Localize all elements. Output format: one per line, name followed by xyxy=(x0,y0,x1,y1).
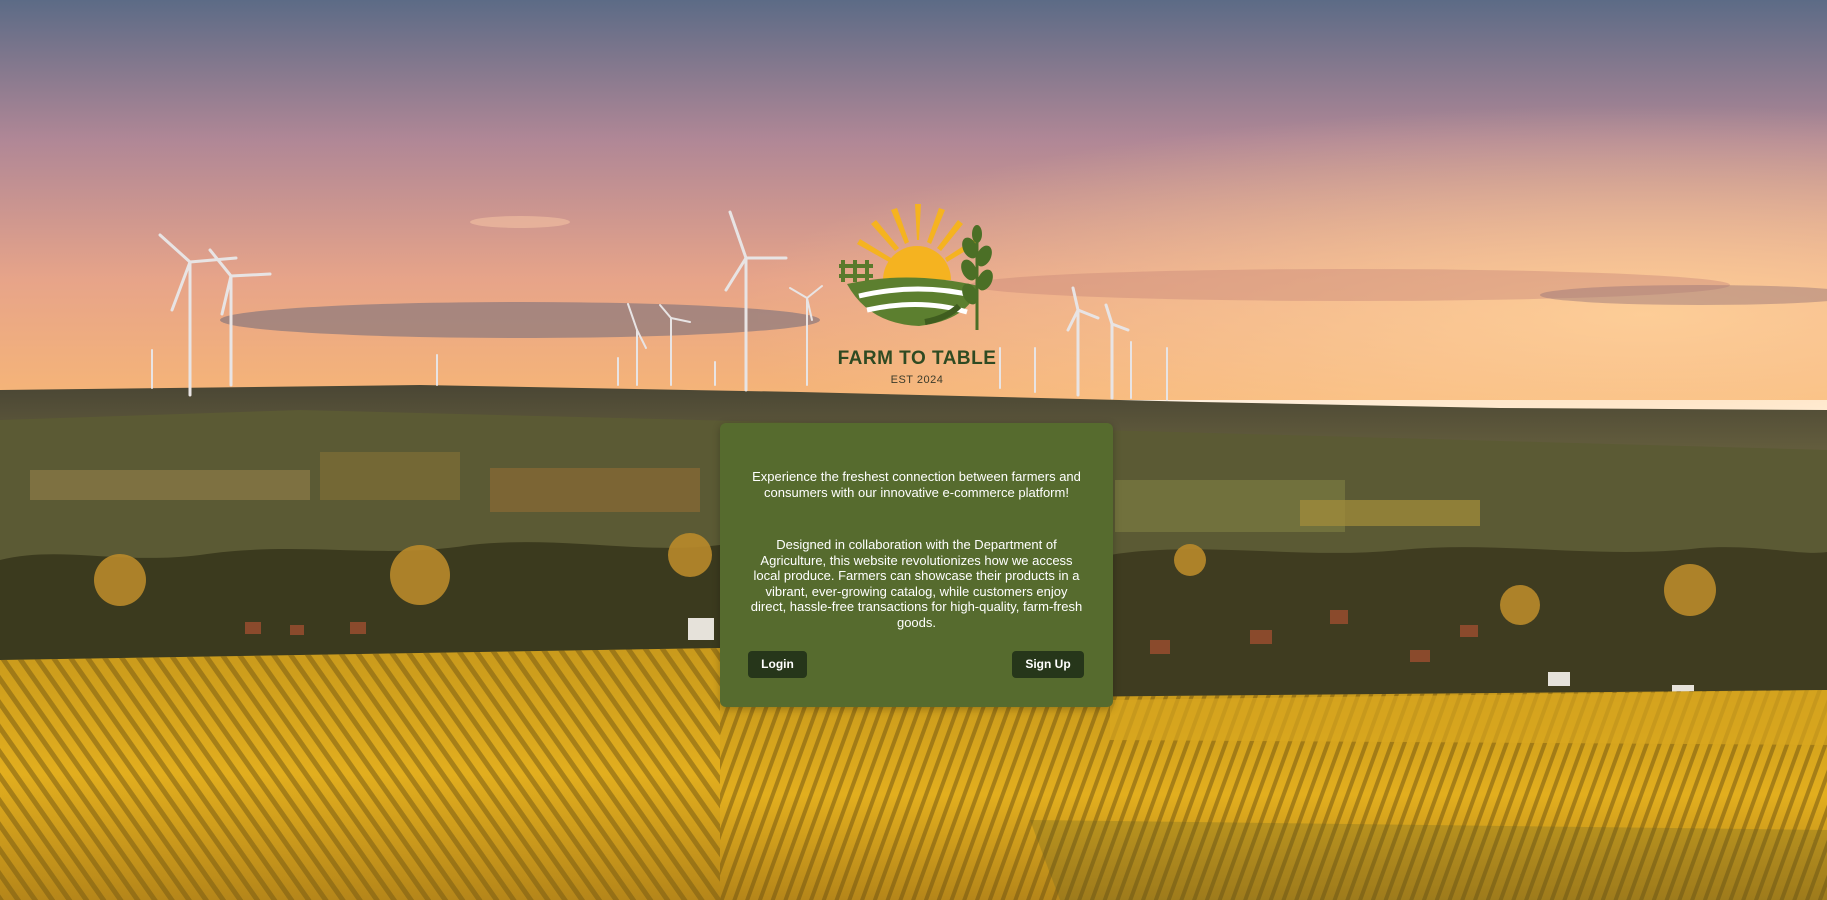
brand-name: FARM TO TABLE xyxy=(837,348,997,369)
landing-page: FARM TO TABLE EST 2024 Experience the fr… xyxy=(0,0,1827,900)
login-button[interactable]: Login xyxy=(748,651,807,678)
signup-button[interactable]: Sign Up xyxy=(1012,651,1084,678)
brand-logo: FARM TO TABLE EST 2024 xyxy=(829,200,1005,392)
brand-established: EST 2024 xyxy=(890,374,944,386)
welcome-card: Experience the freshest connection betwe… xyxy=(720,423,1113,707)
intro-paragraph-2: Designed in collaboration with the Depar… xyxy=(750,537,1083,630)
sun-over-fields-logo-icon xyxy=(839,204,993,330)
intro-paragraph-1: Experience the freshest connection betwe… xyxy=(752,469,1081,500)
